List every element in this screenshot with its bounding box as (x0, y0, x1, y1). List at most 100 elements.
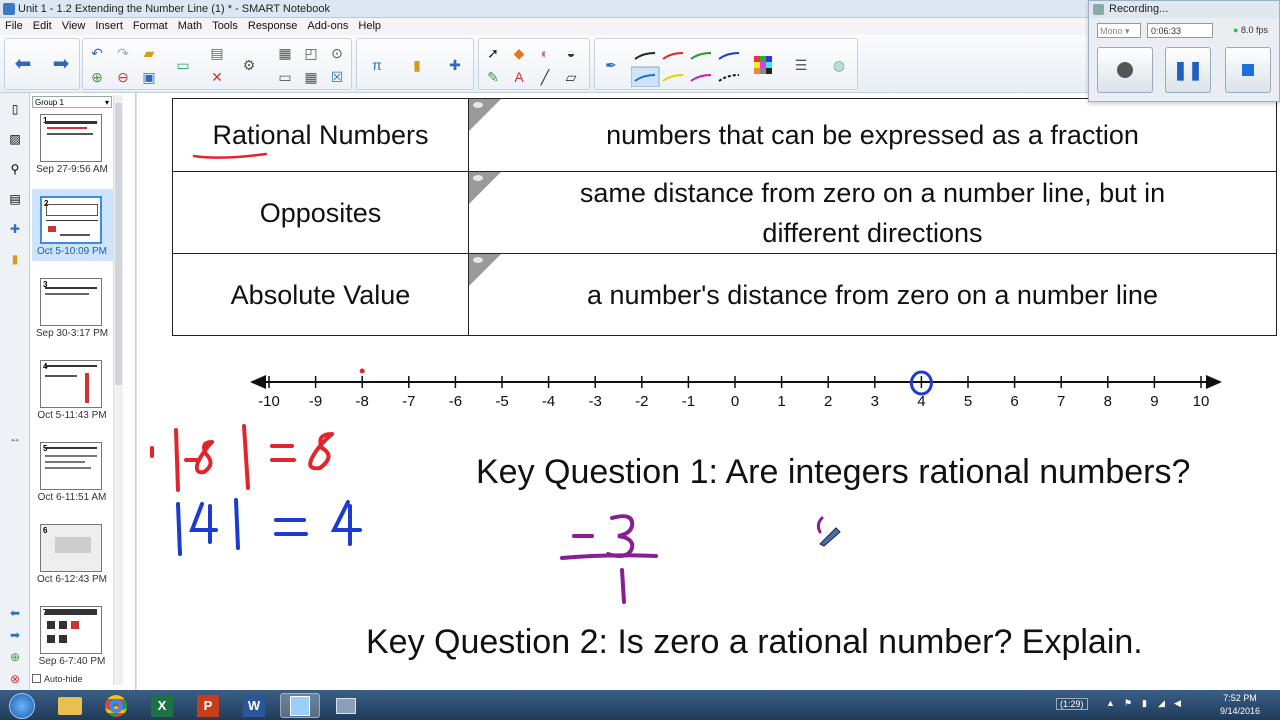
definition-cell[interactable]: a number's distance from zero on a numbe… (468, 253, 1277, 336)
gallery-icon[interactable]: ▮ (407, 55, 427, 75)
transparency-icon[interactable]: ◍ (829, 55, 849, 75)
undo-icon[interactable]: ↶ (87, 43, 107, 63)
definition-cell[interactable]: numbers that can be expressed as a fract… (468, 98, 1277, 172)
line-style-icon[interactable]: ☰ (791, 55, 811, 75)
addons-tab-icon[interactable]: ✚ (7, 221, 23, 237)
group-select[interactable]: Group 1 ▾ (32, 96, 112, 108)
menu-tools[interactable]: Tools (207, 18, 243, 35)
start-button[interactable] (0, 692, 44, 719)
term-cell[interactable]: Opposites (172, 171, 469, 254)
move-right-icon[interactable]: ➡ (7, 627, 23, 643)
page-thumbnail-2[interactable]: 2 (40, 196, 102, 244)
page-thumbnail-7[interactable]: 7 (40, 606, 102, 654)
fill-icon[interactable]: ◒ (561, 43, 581, 63)
page-thumbnail-5[interactable]: 5 (40, 442, 102, 490)
erase-to-reveal-tab[interactable] (469, 99, 501, 131)
page-sorter-icon[interactable]: ▯ (7, 101, 23, 117)
taskbar-chrome[interactable] (96, 693, 136, 718)
color-palette-icon[interactable] (753, 55, 773, 75)
tools-group: ➚ ◆ ◐ ◒ ✎ A ╱ ▱ (478, 38, 590, 90)
document-camera-icon[interactable]: ⚙ (239, 55, 259, 75)
pen-icon[interactable]: ✒ (601, 55, 621, 75)
pens-icon[interactable]: ✎ (483, 67, 503, 87)
taskbar-powerpoint[interactable]: P (188, 693, 228, 718)
screen-shade-icon[interactable]: ▭ (173, 55, 193, 75)
page-thumbnail-1[interactable]: 1 (40, 114, 102, 162)
add-icon[interactable]: ⊕ (7, 649, 23, 665)
menu-view[interactable]: View (57, 18, 91, 35)
line-icon[interactable]: ╱ (535, 67, 555, 87)
previous-page-icon[interactable]: ⬅ (13, 53, 33, 75)
clock-date[interactable]: 9/14/2016 (1216, 706, 1264, 716)
taskbar-excel[interactable]: X (142, 693, 182, 718)
paste-icon[interactable]: ▤ (207, 43, 227, 63)
full-screen-icon[interactable]: ▦ (275, 43, 295, 63)
term-cell[interactable]: Absolute Value (172, 253, 469, 336)
magnifier-icon[interactable]: ⊙ (327, 43, 347, 63)
definition-cell[interactable]: same distance from zero on a number line… (468, 171, 1277, 254)
taskbar-word[interactable]: W (234, 693, 274, 718)
erase-to-reveal-tab[interactable] (469, 254, 501, 286)
close-icon[interactable]: ☒ (327, 67, 347, 87)
menu-format[interactable]: Format (128, 18, 173, 35)
move-left-icon[interactable]: ⬅ (7, 605, 23, 621)
table-icon[interactable]: ▦ (301, 67, 321, 87)
menu-file[interactable]: File (0, 18, 28, 35)
eraser-icon[interactable]: ▱ (561, 67, 581, 87)
pause-button[interactable]: ❚❚ (1165, 47, 1211, 93)
thumbnail-scrollbar[interactable] (113, 95, 123, 685)
taskbar-smart-notebook[interactable] (280, 693, 320, 718)
select-icon[interactable]: ➚ (483, 43, 503, 63)
next-page-icon[interactable]: ➡ (51, 53, 71, 75)
text-icon[interactable]: A (509, 67, 529, 87)
network-icon[interactable]: ◢ (1158, 698, 1165, 709)
page-thumbnail-3[interactable]: 3 (40, 278, 102, 326)
audio-source-select[interactable]: Mono ▾ (1097, 23, 1141, 38)
menu-response[interactable]: Response (243, 18, 303, 35)
redo-icon[interactable]: ↷ (113, 43, 133, 63)
add-page-icon[interactable]: ⊕ (87, 67, 107, 87)
menu-math[interactable]: Math (173, 18, 207, 35)
attachments-icon[interactable]: ⚲ (7, 161, 23, 177)
number-line-label: 2 (824, 393, 832, 410)
edit-group: ↶ ↷ ▰ ⊕ ⊖ ▣ ▭ ▤ ✕ ⚙ ▦ ◰ ⊙ ▭ ▦ ☒ (82, 38, 352, 90)
addon-icon[interactable]: ✚ (445, 55, 465, 75)
flag-icon[interactable]: ⚑ (1124, 698, 1132, 709)
shapes-icon[interactable]: ◆ (509, 43, 529, 63)
windows-taskbar: X P W (1:29) ▲ ⚑ ▮ ◢ ◀ 7:52 PM 9/14/2016 (0, 690, 1280, 720)
delete-icon[interactable]: ✕ (207, 67, 227, 87)
taskbar-recorder[interactable] (326, 693, 366, 718)
menu-help[interactable]: Help (353, 18, 386, 35)
menu-insert[interactable]: Insert (90, 18, 128, 35)
battery-icon[interactable]: ▮ (1142, 698, 1147, 709)
save-icon[interactable]: ▣ (139, 67, 159, 87)
remove-icon[interactable]: ⊗ (7, 671, 23, 687)
delete-page-icon[interactable]: ⊖ (113, 67, 133, 87)
screen-icon[interactable]: ▭ (275, 67, 295, 87)
tray-expand-icon[interactable]: ▲ (1106, 698, 1115, 708)
volume-icon[interactable]: ◀ (1174, 698, 1181, 709)
page-thumbnail-4[interactable]: 4 (40, 360, 102, 408)
gallery-tab-icon[interactable]: ▨ (7, 131, 23, 147)
resize-handle-icon[interactable]: ↔ (7, 430, 23, 446)
menu-addons[interactable]: Add-ons (302, 18, 353, 35)
scrollbar-thumb[interactable] (115, 103, 122, 385)
pi-icon[interactable]: π (367, 55, 387, 75)
properties-icon[interactable]: ▤ (7, 191, 23, 207)
checkbox-box[interactable] (32, 674, 41, 683)
autohide-checkbox[interactable]: Auto-hide (32, 674, 83, 684)
pen-styles-palette[interactable] (631, 43, 751, 87)
clock-time[interactable]: 7:52 PM (1218, 693, 1262, 703)
stop-button[interactable] (1225, 47, 1271, 93)
menu-edit[interactable]: Edit (28, 18, 57, 35)
taskbar-explorer[interactable] (50, 693, 90, 718)
fps-readout: ● 8.0 fps (1233, 25, 1268, 35)
eraser-pen-icon[interactable]: ◐ (535, 43, 555, 63)
erase-to-reveal-tab[interactable] (469, 172, 501, 204)
record-button[interactable] (1097, 47, 1153, 93)
capture-icon[interactable]: ◰ (301, 43, 321, 63)
open-file-icon[interactable]: ▰ (139, 43, 159, 63)
page-thumbnail-6[interactable]: 6 (40, 524, 102, 572)
term-text: Rational Numbers (212, 120, 429, 150)
lab-icon[interactable]: ▮ (7, 251, 23, 267)
